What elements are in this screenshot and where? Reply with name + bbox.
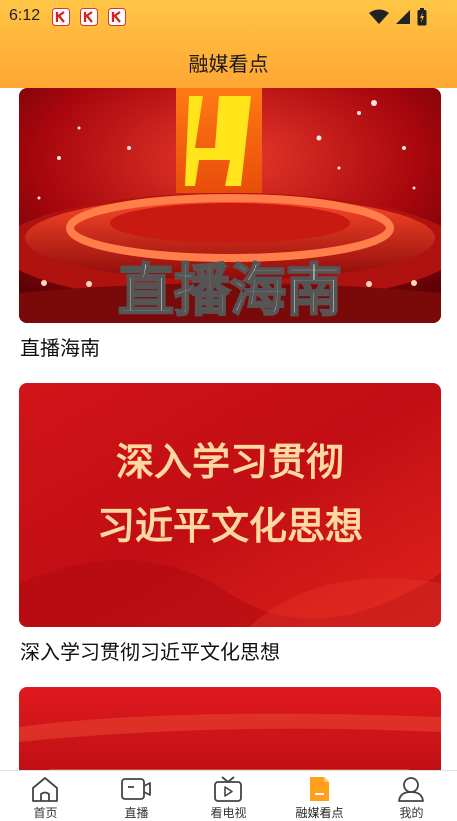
nav-label-live: 直播 — [124, 806, 149, 820]
status-time: 6:12 — [9, 7, 41, 24]
video-camera-icon — [121, 778, 151, 800]
page-title: 融媒看点 — [188, 52, 269, 76]
feed-item-thumbnail[interactable]: 直播海南 — [19, 88, 441, 323]
wifi-icon — [369, 9, 389, 24]
bottom-navigation: 首页 直播 看电视 融媒看点 我的 — [0, 770, 457, 821]
nav-label-profile: 我的 — [399, 806, 424, 820]
nav-item-profile[interactable]: 我的 — [366, 771, 457, 821]
feed-banner-image — [19, 687, 441, 770]
live-hainan-banner-image: 直播海南 — [19, 88, 441, 323]
home-icon — [32, 777, 58, 802]
feed-item[interactable]: 深入学习贯彻 习近平文化思想 深入学习贯彻习近平文化思想 — [19, 383, 441, 669]
nav-label-media-highlights: 融媒看点 — [295, 806, 344, 820]
news-feed[interactable]: 直播海南 直播海南 深入学习贯彻 习近平文化思想 深入学习贯彻习近平文化思想 — [0, 88, 457, 770]
feed-item-title[interactable]: 直播海南 — [20, 332, 100, 361]
status-bar: 6:12 — [0, 0, 457, 34]
feed-item-thumbnail[interactable]: 深入学习贯彻 习近平文化思想 — [19, 383, 441, 627]
feed-item[interactable] — [19, 687, 441, 770]
tv-icon — [214, 776, 242, 802]
culture-thought-banner-image: 深入学习贯彻 习近平文化思想 — [19, 383, 441, 627]
app-header: 6:12 融媒看点 — [0, 0, 457, 88]
nav-item-media-highlights[interactable]: 融媒看点 — [274, 771, 365, 821]
notification-app-icon — [52, 8, 70, 26]
user-icon — [398, 777, 424, 802]
nav-item-live[interactable]: 直播 — [91, 771, 182, 821]
feed-item-thumbnail[interactable] — [19, 687, 441, 770]
notification-app-icon — [80, 8, 98, 26]
battery-charging-icon — [417, 8, 427, 26]
banner-text: 直播海南 — [118, 259, 342, 323]
notification-app-icon — [108, 8, 126, 26]
banner-text-line-2: 习近平文化思想 — [97, 504, 363, 548]
feed-item-title[interactable]: 深入学习贯彻习近平文化思想 — [20, 636, 280, 665]
banner-text-line-1: 深入学习贯彻 — [116, 440, 344, 484]
nav-item-tv[interactable]: 看电视 — [183, 771, 274, 821]
feed-item[interactable]: 直播海南 直播海南 — [19, 88, 441, 364]
cellular-signal-icon — [396, 10, 410, 24]
nav-item-home[interactable]: 首页 — [0, 771, 91, 821]
document-icon — [310, 777, 329, 801]
nav-label-home: 首页 — [33, 806, 58, 820]
nav-label-tv: 看电视 — [210, 806, 247, 820]
